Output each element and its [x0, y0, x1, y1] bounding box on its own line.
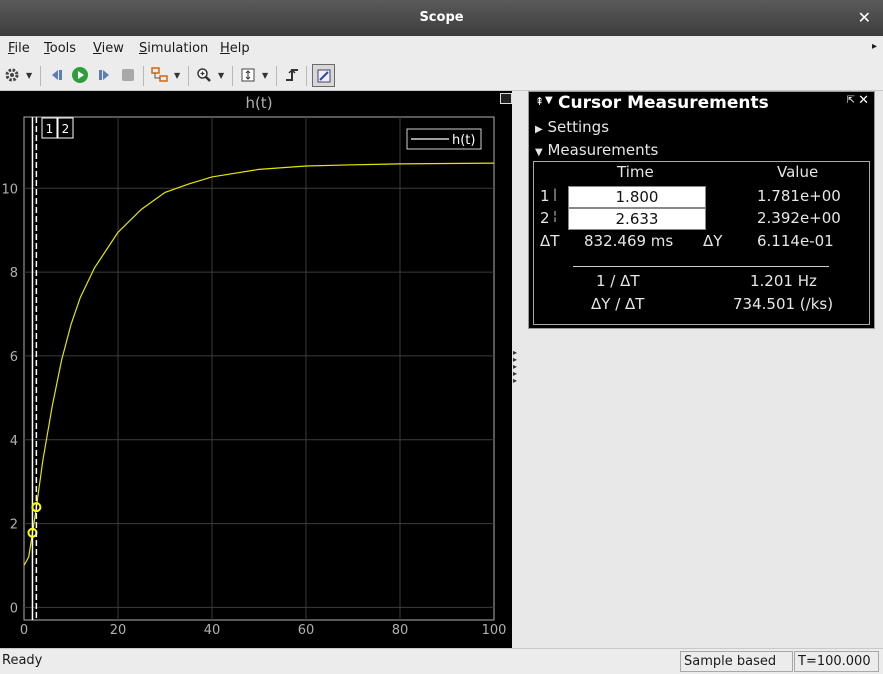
cursor-measurements-panel: ⇞ ▼ Cursor Measurements ⇱ ✕ ▶ Settings ▼…: [528, 91, 875, 329]
delta-y-label: ΔY: [703, 232, 723, 250]
step-back-icon[interactable]: [47, 65, 67, 85]
chevron-down-icon[interactable]: ▼: [545, 95, 553, 106]
window-title: Scope: [419, 10, 464, 25]
splitter[interactable]: ▸ ▸ ▸ ▸ ▸: [512, 91, 526, 648]
toolbar-separator: [40, 66, 41, 86]
cursor-2-label: 2: [540, 209, 550, 227]
simulation-time: T=100.000: [794, 651, 879, 672]
measurements-section[interactable]: ▼ Measurements: [535, 141, 658, 159]
menu-help[interactable]: Help: [220, 41, 250, 56]
stop-icon[interactable]: [118, 65, 138, 85]
chevron-down-icon[interactable]: ▼: [218, 71, 224, 80]
collapse-handle-icon[interactable]: ▸ ▸ ▸ ▸ ▸: [513, 349, 517, 385]
x-tick-label: 60: [298, 623, 315, 638]
plot-title: h(t): [245, 94, 272, 112]
sample-mode: Sample based: [680, 651, 793, 672]
legend-label: h(t): [452, 133, 475, 148]
inverse-delta-t-label: 1 / ΔT: [596, 272, 640, 290]
highlight-block-icon[interactable]: [150, 65, 170, 85]
chevron-right-icon: ▶: [535, 124, 543, 135]
close-icon[interactable]: ✕: [858, 93, 869, 108]
cursor-1-line-icon: |: [553, 187, 558, 201]
slope-label: ΔY / ΔT: [591, 295, 645, 313]
toolbar: ▼ ▼ ▼ ▼: [0, 60, 883, 91]
menu-bar: File Tools View Simulation Help ▸: [0, 36, 883, 60]
delta-t-value: 832.469 ms: [584, 232, 674, 250]
cursor-2-value: 2.392e+00: [757, 209, 841, 227]
toolbar-separator: [188, 66, 189, 86]
status-text: Ready: [2, 653, 43, 668]
menu-tools[interactable]: Tools: [44, 41, 76, 56]
undock-icon[interactable]: ⇱: [847, 95, 855, 106]
menu-simulation[interactable]: Simulation: [139, 41, 208, 56]
inverse-delta-t-value: 1.201 Hz: [750, 272, 817, 290]
toolbar-separator: [143, 66, 144, 86]
measurements-table: Time Value 1 | 1.800 1.781e+00 2 ¦ 2.633…: [533, 161, 870, 325]
triggers-icon[interactable]: [282, 65, 302, 85]
menu-file[interactable]: File: [8, 41, 30, 56]
settings-section[interactable]: ▶ Settings: [535, 118, 609, 136]
y-tick-label: 8: [10, 266, 18, 281]
y-tick-label: 2: [10, 518, 18, 533]
cursor-2-tag-label: 2: [62, 122, 70, 136]
toolbar-separator: [276, 66, 277, 86]
x-tick-label: 80: [392, 623, 409, 638]
delta-t-label: ΔT: [540, 232, 560, 250]
measurements-label: Measurements: [547, 141, 659, 159]
gear-icon[interactable]: [2, 65, 22, 85]
scale-axes-icon[interactable]: [238, 65, 258, 85]
chevron-down-icon: ▼: [535, 147, 543, 158]
menu-view[interactable]: View: [93, 41, 124, 56]
run-icon[interactable]: [70, 65, 90, 85]
toolbar-separator: [232, 66, 233, 86]
chevron-down-icon[interactable]: ▼: [26, 71, 32, 80]
scope-display: h(t) 0 20 40 60 80 100 0 2 4 6 8 10 12 h(t): [0, 91, 512, 648]
menu-overflow-icon[interactable]: ▸: [872, 41, 877, 52]
undock-icon[interactable]: [500, 93, 512, 104]
divider: [573, 266, 829, 267]
y-tick-label: 10: [1, 182, 18, 197]
x-tick-label: 40: [204, 623, 221, 638]
col-time-header: Time: [617, 163, 654, 181]
cursor-2-line-icon: ¦: [553, 209, 558, 223]
cursor-2-time-input[interactable]: 2.633: [568, 208, 706, 230]
cursor-1-label: 1: [540, 187, 550, 205]
col-value-header: Value: [777, 163, 819, 181]
cursor-1-value: 1.781e+00: [757, 187, 841, 205]
toolbar-separator: [306, 66, 307, 86]
settings-label: Settings: [547, 118, 610, 136]
chevron-down-icon[interactable]: ▼: [262, 71, 268, 80]
cursor-1-tag-label: 1: [46, 122, 54, 136]
x-tick-label: 20: [110, 623, 127, 638]
plot-canvas[interactable]: h(t) 0 20 40 60 80 1000246810 12 h(t): [0, 91, 512, 648]
legend[interactable]: h(t): [406, 128, 482, 150]
y-tick-label: 0: [10, 601, 18, 616]
delta-y-value: 6.114e-01: [757, 232, 834, 250]
panel-title: Cursor Measurements: [558, 93, 769, 113]
panel-header: ⇞ ▼ Cursor Measurements ⇱ ✕: [529, 92, 874, 114]
status-bar: Ready Sample based T=100.000: [0, 648, 883, 674]
x-tick-label: 0: [20, 623, 28, 638]
cursor-measurements-icon[interactable]: [312, 64, 335, 87]
title-bar: Scope ✕: [0, 0, 883, 36]
axes-frame: [23, 116, 495, 621]
y-tick-label: 6: [10, 350, 18, 365]
y-tick-label: 4: [10, 434, 18, 449]
slope-value: 734.501 (/ks): [733, 295, 834, 313]
chevron-down-icon[interactable]: ▼: [174, 71, 180, 80]
step-forward-icon[interactable]: [94, 65, 114, 85]
cursor-1-time-input[interactable]: 1.800: [568, 186, 706, 208]
pin-icon[interactable]: ⇞: [535, 95, 544, 108]
close-icon[interactable]: ✕: [858, 8, 871, 27]
zoom-icon[interactable]: [194, 65, 214, 85]
x-tick-label: 100: [482, 623, 507, 638]
